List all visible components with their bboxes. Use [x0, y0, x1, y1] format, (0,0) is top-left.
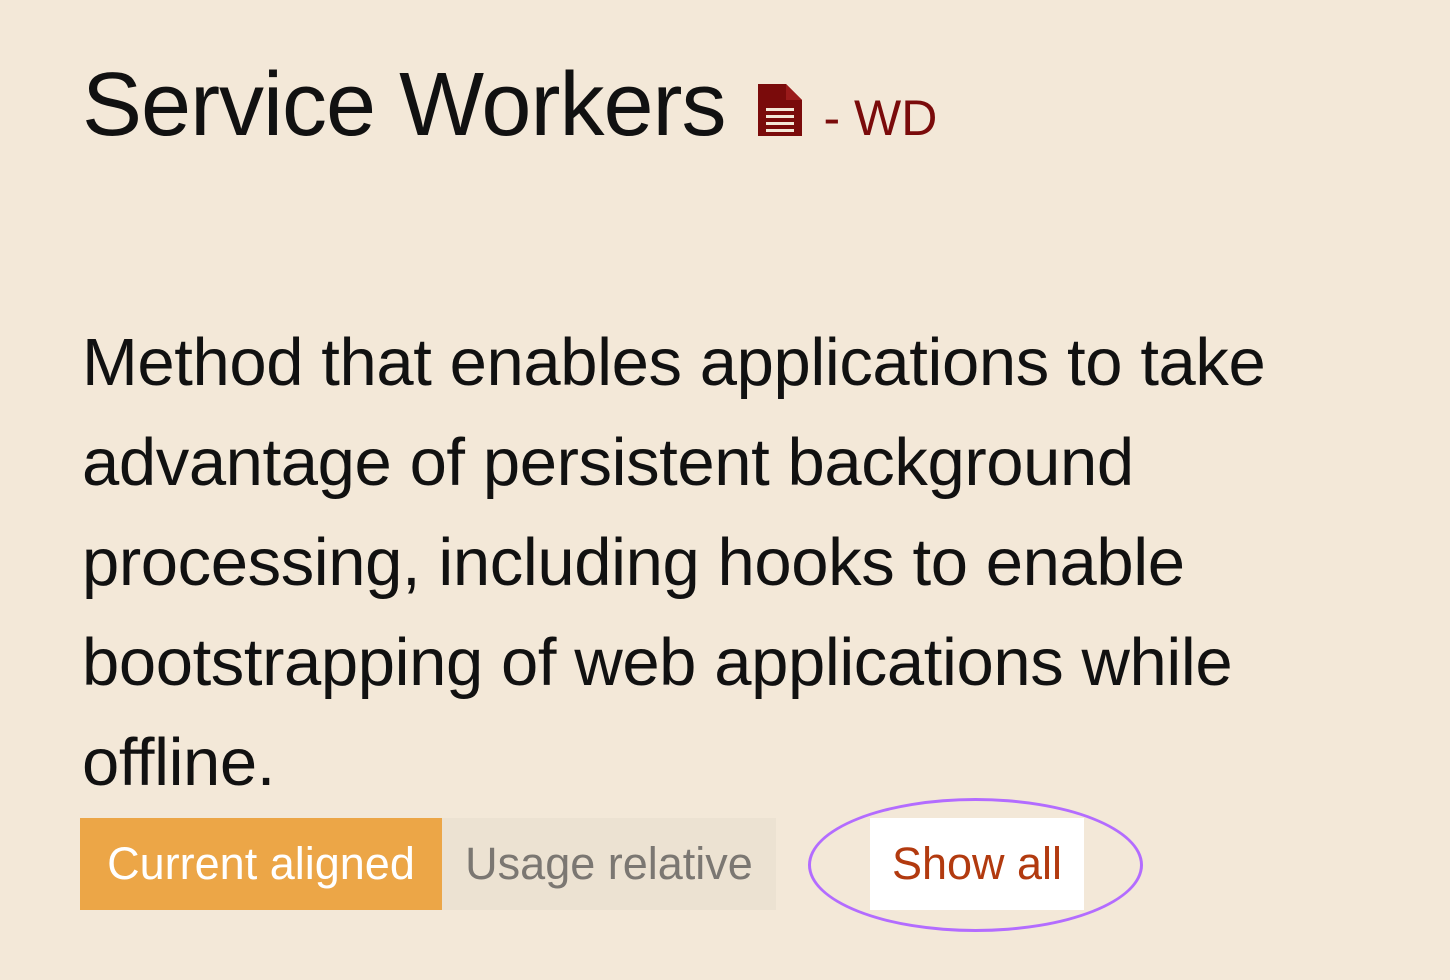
show-all-button[interactable]: Show all [870, 818, 1084, 910]
feature-title-row: Service Workers - WD [82, 58, 937, 153]
view-controls: Current aligned Usage relative [80, 818, 776, 910]
spec-status: - WD [823, 90, 938, 146]
feature-page: Service Workers - WD Method that enables… [0, 0, 1450, 980]
document-icon[interactable] [755, 81, 805, 139]
feature-description: Method that enables applications to take… [82, 325, 1266, 800]
usage-relative-button[interactable]: Usage relative [442, 818, 776, 910]
page-title: Service Workers [82, 55, 726, 155]
current-aligned-button[interactable]: Current aligned [80, 818, 442, 910]
